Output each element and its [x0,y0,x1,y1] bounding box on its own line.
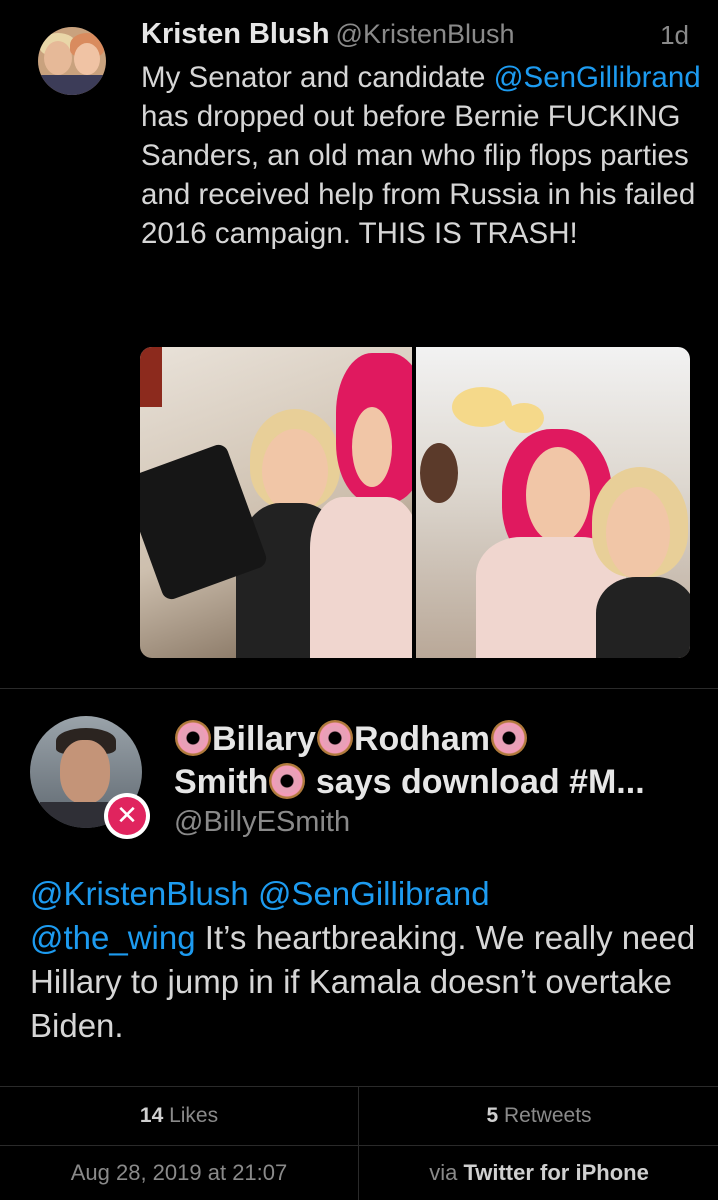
reply-name-part-4: says download #M... [306,763,645,801]
tweet-timestamp: Aug 28, 2019 at 21:07 [70,1160,288,1185]
parent-author-handle[interactable]: @KristenBlush [336,19,515,49]
tweet-divider [0,688,718,689]
reply-name-part-2: Rodham [353,720,490,758]
likes-label: Likes [163,1104,219,1127]
donut-emoji-icon [175,720,211,756]
tweet-photo-2[interactable] [416,347,690,658]
retweets-stat[interactable]: 5 Retweets [360,1087,718,1145]
tweet-client: via Twitter for iPhone [360,1146,718,1200]
parent-tweet[interactable]: Kristen Blush @KristenBlush 1d My Senator… [0,0,718,688]
mention-link[interactable]: @SenGillibrand [258,875,490,912]
client-name[interactable]: Twitter for iPhone [463,1160,648,1185]
tweet-stats: 14 Likes 5 Retweets [0,1087,718,1145]
mention-link[interactable]: @KristenBlush [30,875,249,912]
likes-stat[interactable]: 14 Likes [0,1087,358,1145]
stats-vertical-divider [358,1087,359,1200]
tweet-media-grid [140,347,690,658]
donut-emoji-icon [490,720,527,756]
parent-tweet-header: Kristen Blush @KristenBlush 1d [141,18,701,58]
via-prefix: via [429,1160,464,1185]
parent-text-rest: has dropped out before Bernie FUCKING Sa… [141,100,696,250]
donut-emoji-icon [316,720,353,756]
reply-name-part-1: Billary [212,720,316,758]
retweets-label: Retweets [498,1104,592,1127]
retweets-count: 5 [486,1104,499,1127]
parent-author-avatar[interactable] [38,27,106,95]
likes-count: 14 [139,1104,164,1127]
mention-link[interactable]: @SenGillibrand [494,61,701,94]
parent-author-name[interactable]: Kristen Blush [141,18,330,50]
reply-tweet-text: @KristenBlush @SenGillibrand @the_wing It… [30,872,700,1048]
reply-author-name[interactable]: Billary Rodham Smith says download #M... [174,718,694,804]
reply-author-handle[interactable]: @BillyESmith [174,806,350,839]
reply-name-part-3: Smith [174,763,269,801]
parent-text-start: My Senator and candidate [141,61,494,94]
mention-link[interactable]: @the_wing [30,919,196,956]
blocked-x-icon: ✕ [108,797,146,835]
blocked-badge: ✕ [104,793,150,839]
parent-tweet-text: My Senator and candidate @SenGillibrand … [141,58,706,253]
donut-emoji-icon [269,763,306,799]
tweet-photo-1[interactable] [140,347,412,658]
parent-tweet-time: 1d [660,20,689,50]
